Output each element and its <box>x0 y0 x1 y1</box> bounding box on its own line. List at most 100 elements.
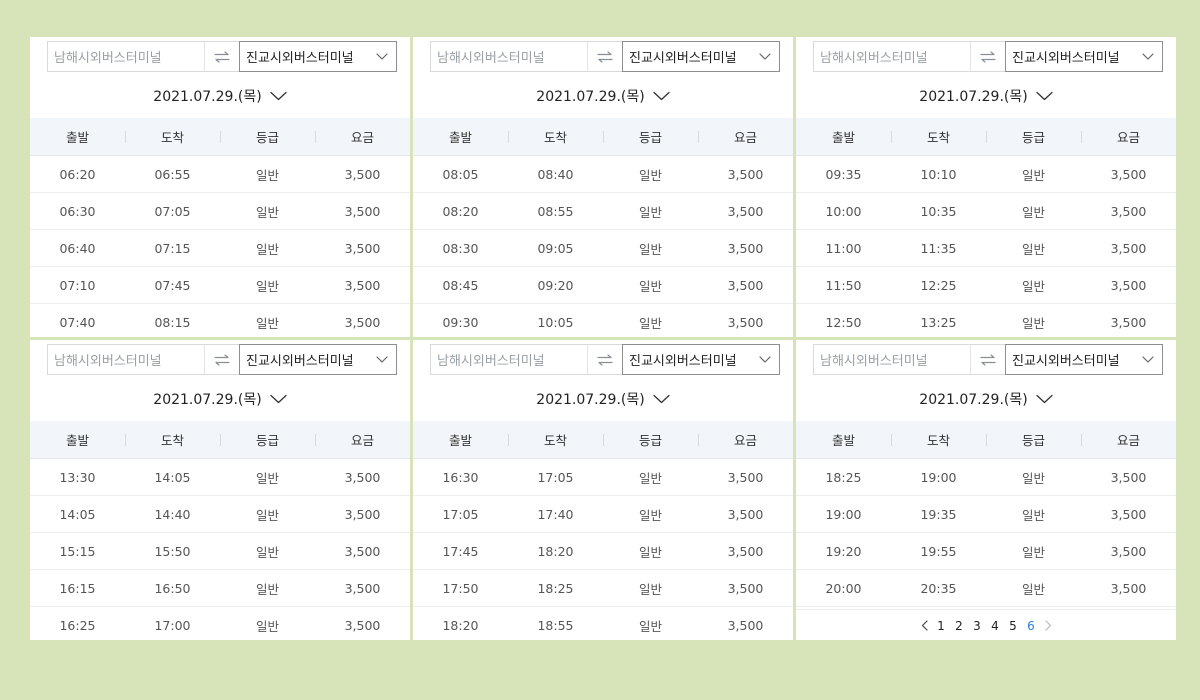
origin-input[interactable]: 남해시외버스터미널 <box>814 42 971 71</box>
column-header: 출발 <box>65 433 89 448</box>
fare: 3,500 <box>727 469 764 485</box>
origin-input[interactable]: 남해시외버스터미널 <box>48 345 205 374</box>
table-row[interactable]: 18:25 19:00 일반 3,500 <box>796 459 1176 496</box>
page-link[interactable]: 6 <box>1027 619 1036 633</box>
route-selector: 남해시외버스터미널 진교시외버스터미널 <box>813 41 1163 72</box>
table-row[interactable]: 06:40 07:15 일반 3,500 <box>30 230 410 267</box>
table-row[interactable]: 08:45 09:20 일반 3,500 <box>413 267 793 304</box>
table-row[interactable]: 08:20 08:55 일반 3,500 <box>413 193 793 230</box>
origin-input[interactable]: 남해시외버스터미널 <box>431 345 588 374</box>
page-link[interactable]: 5 <box>1009 619 1018 633</box>
table-row[interactable]: 16:25 17:00 일반 3,500 <box>30 607 410 640</box>
origin-input[interactable]: 남해시외버스터미널 <box>431 42 588 71</box>
table-row[interactable]: 13:30 14:05 일반 3,500 <box>30 459 410 496</box>
page-link[interactable]: 2 <box>955 619 964 633</box>
date-selector[interactable]: 2021.07.29.(목) <box>796 387 1176 411</box>
column-header: 요금 <box>1081 127 1176 146</box>
page-link[interactable]: 3 <box>973 619 982 633</box>
column-header: 도착 <box>125 127 220 146</box>
destination-select[interactable]: 진교시외버스터미널 <box>1005 41 1163 72</box>
table-row[interactable]: 07:40 08:15 일반 3,500 <box>30 304 410 337</box>
table-row[interactable]: 16:15 16:50 일반 3,500 <box>30 570 410 607</box>
table-row[interactable]: 11:00 11:35 일반 3,500 <box>796 230 1176 267</box>
bus-grade: 일반 <box>255 167 279 183</box>
table-body: 18:25 19:00 일반 3,500 19:00 19:35 일반 3,500 19:20 1… <box>796 459 1176 607</box>
chevron-down-icon <box>270 91 287 101</box>
schedule-panel: 남해시외버스터미널 진교시외버스터미널 2021.07.29.(목) 출발 도착 등급 요금… <box>796 340 1176 640</box>
date-selector[interactable]: 2021.07.29.(목) <box>413 387 793 411</box>
table-row[interactable]: 17:45 18:20 일반 3,500 <box>413 533 793 570</box>
date-selector[interactable]: 2021.07.29.(목) <box>30 84 410 108</box>
departure-time: 11:50 <box>825 277 862 293</box>
table-row[interactable]: 19:20 19:55 일반 3,500 <box>796 533 1176 570</box>
chevron-right-icon[interactable] <box>1044 620 1052 631</box>
chevron-down-icon <box>653 91 670 101</box>
table-row[interactable]: 19:00 19:35 일반 3,500 <box>796 496 1176 533</box>
page-link[interactable]: 4 <box>991 619 1000 633</box>
table-row[interactable]: 20:00 20:35 일반 3,500 <box>796 570 1176 607</box>
table-row[interactable]: 17:05 17:40 일반 3,500 <box>413 496 793 533</box>
table-row[interactable]: 16:30 17:05 일반 3,500 <box>413 459 793 496</box>
swap-arrows-icon[interactable] <box>971 42 1005 71</box>
swap-arrows-icon[interactable] <box>971 345 1005 374</box>
table-row[interactable]: 15:15 15:50 일반 3,500 <box>30 533 410 570</box>
departure-time: 20:00 <box>825 580 862 596</box>
table-row[interactable]: 11:50 12:25 일반 3,500 <box>796 267 1176 304</box>
bus-grade: 일반 <box>638 278 662 294</box>
departure-time: 19:20 <box>825 543 862 559</box>
destination-value: 진교시외버스터미널 <box>246 51 354 66</box>
destination-select[interactable]: 진교시외버스터미널 <box>622 344 780 375</box>
page-link[interactable]: 1 <box>937 619 946 633</box>
table-row[interactable]: 09:35 10:10 일반 3,500 <box>796 156 1176 193</box>
swap-arrows-icon[interactable] <box>588 42 622 71</box>
departure-time: 06:30 <box>59 203 96 219</box>
arrival-time: 11:35 <box>920 240 957 256</box>
fare: 3,500 <box>344 203 381 219</box>
table-row[interactable]: 07:10 07:45 일반 3,500 <box>30 267 410 304</box>
table-row[interactable]: 06:20 06:55 일반 3,500 <box>30 156 410 193</box>
column-header: 도착 <box>891 127 986 146</box>
table-row[interactable]: 06:30 07:05 일반 3,500 <box>30 193 410 230</box>
table-row[interactable]: 08:30 09:05 일반 3,500 <box>413 230 793 267</box>
date-selector[interactable]: 2021.07.29.(목) <box>30 387 410 411</box>
departure-time: 06:40 <box>59 240 96 256</box>
table-row[interactable]: 17:50 18:25 일반 3,500 <box>413 570 793 607</box>
table-row[interactable]: 12:50 13:25 일반 3,500 <box>796 304 1176 337</box>
bus-grade: 일반 <box>1021 315 1045 331</box>
origin-input[interactable]: 남해시외버스터미널 <box>814 345 971 374</box>
destination-select[interactable]: 진교시외버스터미널 <box>239 41 397 72</box>
swap-arrows-icon[interactable] <box>205 345 239 374</box>
arrival-time: 10:05 <box>537 314 574 330</box>
route-selector: 남해시외버스터미널 진교시외버스터미널 <box>430 344 780 375</box>
bus-grade: 일반 <box>255 315 279 331</box>
arrival-time: 17:05 <box>537 469 574 485</box>
arrival-time: 13:25 <box>920 314 957 330</box>
destination-select[interactable]: 진교시외버스터미널 <box>239 344 397 375</box>
swap-arrows-icon[interactable] <box>588 345 622 374</box>
destination-select[interactable]: 진교시외버스터미널 <box>622 41 780 72</box>
destination-select[interactable]: 진교시외버스터미널 <box>1005 344 1163 375</box>
route-selector: 남해시외버스터미널 진교시외버스터미널 <box>430 41 780 72</box>
arrival-time: 12:25 <box>920 277 957 293</box>
origin-input[interactable]: 남해시외버스터미널 <box>48 42 205 71</box>
table-row[interactable]: 09:30 10:05 일반 3,500 <box>413 304 793 337</box>
table-row[interactable]: 14:05 14:40 일반 3,500 <box>30 496 410 533</box>
date-selector[interactable]: 2021.07.29.(목) <box>796 84 1176 108</box>
table-row[interactable]: 18:20 18:55 일반 3,500 <box>413 607 793 640</box>
date-value: 2021.07.29.(목) <box>536 392 645 408</box>
fare: 3,500 <box>344 617 381 633</box>
bus-grade: 일반 <box>1021 544 1045 560</box>
column-header: 요금 <box>315 127 410 146</box>
date-selector[interactable]: 2021.07.29.(목) <box>413 84 793 108</box>
departure-time: 11:00 <box>825 240 862 256</box>
swap-arrows-icon[interactable] <box>205 42 239 71</box>
table-row[interactable]: 10:00 10:35 일반 3,500 <box>796 193 1176 230</box>
bus-grade: 일반 <box>255 618 279 634</box>
column-header: 등급 <box>220 127 315 146</box>
table-row[interactable]: 08:05 08:40 일반 3,500 <box>413 156 793 193</box>
arrival-time: 08:55 <box>537 203 574 219</box>
fare: 3,500 <box>1110 240 1147 256</box>
bus-grade: 일반 <box>638 470 662 486</box>
chevron-left-icon[interactable] <box>921 620 928 631</box>
arrival-time: 08:40 <box>537 166 574 182</box>
